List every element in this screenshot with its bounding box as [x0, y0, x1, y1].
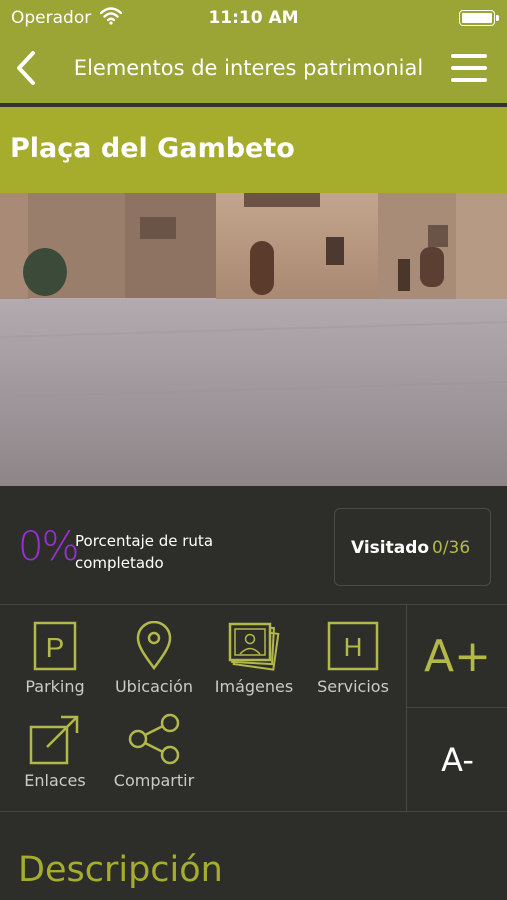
- description-heading: Descripción: [18, 850, 223, 890]
- clock: 11:10 AM: [208, 8, 299, 28]
- parking-icon: P: [33, 621, 77, 671]
- progress-panel: 0% Porcentaje de ruta completado Visitad…: [0, 486, 507, 604]
- action-grid: P Parking Ubicación Imágenes H Servicios…: [0, 605, 406, 811]
- font-decrease-button[interactable]: A-: [407, 708, 507, 811]
- visited-label: Visitado: [351, 538, 430, 558]
- title-band: Plaça del Gambeto: [0, 107, 507, 193]
- visited-box[interactable]: Visitado 0/36: [334, 508, 491, 586]
- parking-button[interactable]: P Parking: [5, 621, 105, 696]
- share-label: Compartir: [113, 771, 195, 790]
- visited-count: 0/36: [432, 538, 471, 558]
- location-pin-icon: [136, 621, 172, 671]
- services-label: Servicios: [317, 677, 389, 696]
- battery-icon: [459, 10, 499, 26]
- place-title: Plaça del Gambeto: [10, 133, 295, 164]
- links-button[interactable]: Enlaces: [5, 713, 105, 790]
- font-size-controls: A+ A-: [406, 605, 507, 811]
- location-label: Ubicación: [114, 677, 194, 696]
- images-button[interactable]: Imágenes: [204, 621, 304, 696]
- hamburger-menu-icon: [451, 54, 487, 58]
- menu-button[interactable]: [451, 54, 487, 82]
- nav-title: Elementos de interes patrimonial: [73, 56, 424, 80]
- hotel-icon: H: [327, 621, 379, 671]
- back-button[interactable]: [6, 46, 46, 90]
- status-bar: Operador 11:10 AM: [0, 0, 507, 36]
- hero-image: Plaça del Gambeto: [0, 107, 507, 486]
- percent-value: 0%: [18, 524, 79, 570]
- links-label: Enlaces: [24, 771, 86, 790]
- svg-text:P: P: [46, 632, 65, 663]
- actions-panel: P Parking Ubicación Imágenes H Servicios…: [0, 604, 507, 812]
- external-link-icon: [29, 715, 79, 765]
- share-button[interactable]: Compartir: [104, 713, 204, 790]
- chevron-left-icon: [17, 51, 35, 85]
- font-increase-button[interactable]: A+: [407, 605, 507, 708]
- photos-icon: [228, 622, 280, 671]
- top-bar: Operador 11:10 AM Elementos de interes p…: [0, 0, 507, 103]
- percent-label: Porcentaje de ruta completado: [75, 532, 214, 572]
- share-icon: [128, 713, 180, 765]
- services-button[interactable]: H Servicios: [303, 621, 403, 696]
- parking-label: Parking: [25, 677, 85, 696]
- images-label: Imágenes: [214, 677, 294, 696]
- location-button[interactable]: Ubicación: [104, 621, 204, 696]
- svg-text:H: H: [344, 632, 363, 662]
